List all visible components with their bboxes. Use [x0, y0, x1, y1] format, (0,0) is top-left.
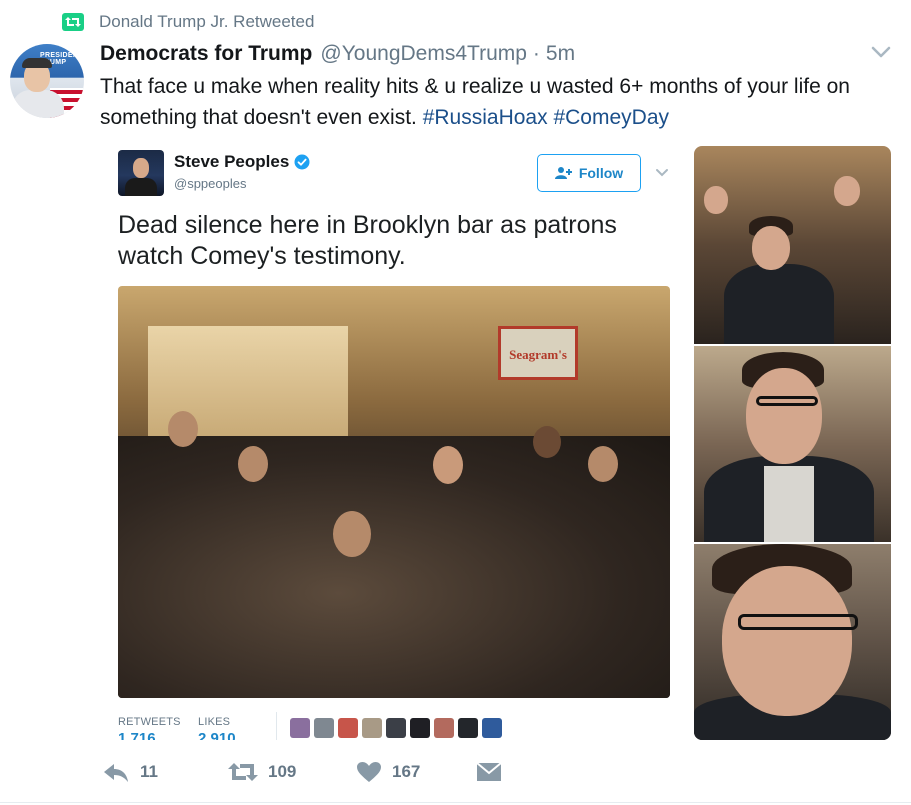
tweet-actions: 11 109 167	[100, 756, 530, 788]
reply-count: 11	[140, 762, 158, 781]
avatar[interactable]: PRESIDENT TRUMP	[10, 44, 84, 118]
avatar-hat	[22, 58, 52, 68]
handle[interactable]: @YoungDems4Trump	[320, 42, 527, 66]
chevron-down-icon[interactable]	[870, 44, 892, 60]
photo-head	[704, 186, 728, 214]
quoted-name-label: Steve Peoples	[174, 152, 290, 171]
photo-person	[588, 446, 618, 482]
liker-avatar	[290, 718, 310, 738]
tweet-text: That face u make when reality hits & u r…	[100, 71, 900, 133]
photo-thumbnail-man-glasses[interactable]	[694, 346, 891, 542]
likes-label: LIKES	[198, 716, 231, 728]
envelope-icon	[476, 762, 502, 781]
retweet-button[interactable]: 109	[228, 756, 296, 788]
liker-avatar	[434, 718, 454, 738]
bar-crowd-photo: Seagram's	[118, 286, 670, 698]
tweet-header: Democrats for Trump @YoungDems4Trump · 5…	[100, 42, 575, 68]
photo-crowd	[118, 436, 670, 698]
quoted-tweet-image[interactable]: Steve Peoples @sppeoples Follow Dead sil…	[100, 146, 690, 740]
photo-sign: Seagram's	[498, 326, 578, 380]
photo-sign-text: Seagram's	[509, 347, 567, 362]
quoted-stats: RETWEETS 1,716 LIKES 2,910	[118, 712, 678, 740]
photo-person	[533, 426, 561, 458]
photo-person	[168, 411, 198, 447]
photo-person	[433, 446, 463, 484]
like-count: 167	[392, 762, 421, 781]
like-button[interactable]: 167	[356, 756, 420, 788]
retweet-context-label: Donald Trump Jr. Retweeted	[99, 12, 315, 31]
hashtag-link[interactable]: #RussiaHoax	[423, 106, 548, 129]
retweets-value: 1,716	[118, 730, 156, 740]
liker-avatar	[386, 718, 406, 738]
reply-icon	[104, 764, 128, 782]
heart-icon	[357, 762, 381, 782]
timestamp[interactable]: 5m	[546, 42, 575, 66]
photo-shirt	[764, 466, 814, 542]
photo-glasses	[756, 396, 818, 406]
quoted-display-name: Steve Peoples	[174, 152, 310, 172]
verified-badge-icon	[294, 154, 310, 170]
quoted-avatar-suit	[125, 178, 157, 196]
liker-avatars	[290, 718, 502, 738]
liker-avatar	[314, 718, 334, 738]
separator-dot: ·	[532, 42, 540, 65]
retweet-icon	[62, 13, 84, 31]
likes-value: 2,910	[198, 730, 236, 740]
liker-avatar	[482, 718, 502, 738]
photo-head	[752, 226, 790, 270]
liker-avatar	[410, 718, 430, 738]
photo-thumbnail-face-closeup[interactable]	[694, 544, 891, 740]
reply-button[interactable]: 11	[102, 756, 158, 788]
follow-label: Follow	[578, 165, 624, 181]
photo-person	[238, 446, 268, 482]
hashtag-link[interactable]: #ComeyDay	[553, 106, 669, 129]
avatar-body	[12, 90, 64, 118]
follow-button: Follow	[537, 154, 641, 192]
photo-thumbnail-crowd[interactable]	[694, 146, 891, 344]
photo-head	[834, 176, 860, 206]
photo-head	[746, 368, 822, 464]
liker-avatar	[338, 718, 358, 738]
quoted-avatar	[118, 150, 164, 196]
photo-person	[333, 511, 371, 557]
chevron-down-icon	[656, 169, 668, 177]
photo-head	[722, 566, 852, 716]
stats-divider	[276, 712, 277, 740]
retweet-context[interactable]: Donald Trump Jr. Retweeted	[62, 10, 314, 34]
retweet-count: 109	[268, 762, 297, 781]
divider	[0, 802, 911, 803]
side-photo-grid	[694, 146, 891, 740]
display-name[interactable]: Democrats for Trump	[100, 42, 312, 66]
photo-jacket	[724, 264, 834, 344]
retweet-icon	[228, 763, 258, 781]
add-user-icon	[554, 167, 572, 179]
liker-avatar	[362, 718, 382, 738]
quoted-tweet-text: Dead silence here in Brooklyn bar as pat…	[118, 211, 617, 270]
direct-message-button[interactable]	[476, 756, 502, 788]
quoted-avatar-face	[133, 158, 149, 178]
photo-glasses	[738, 614, 858, 630]
liker-avatar	[458, 718, 478, 738]
quoted-handle: @sppeoples	[174, 176, 247, 191]
retweets-label: RETWEETS	[118, 716, 181, 728]
